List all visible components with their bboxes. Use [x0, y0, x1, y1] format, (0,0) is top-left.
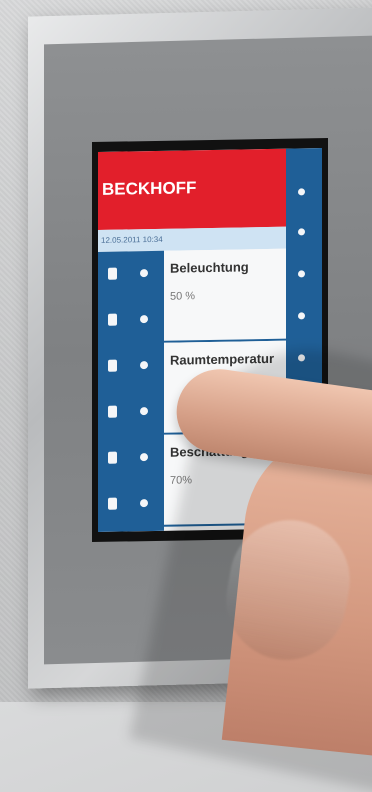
bullet-icon[interactable]: [140, 407, 148, 416]
item-title: Beleuchtung: [170, 259, 249, 276]
icon-row: [98, 297, 164, 344]
temperature-icon[interactable]: [108, 405, 117, 418]
bullet-icon[interactable]: [140, 315, 148, 324]
dot-icon[interactable]: [298, 312, 305, 320]
bullet-icon[interactable]: [140, 361, 148, 370]
icon-row: [98, 251, 164, 298]
bullet-icon[interactable]: [140, 453, 148, 462]
dot-icon[interactable]: [298, 188, 305, 196]
item-value: 50 %: [170, 290, 196, 303]
bullet-icon[interactable]: [140, 499, 148, 508]
shade-icon[interactable]: [108, 451, 117, 464]
header-bar: BECKHOFF: [98, 148, 286, 230]
list-item[interactable]: Beleuchtung 50 %: [164, 248, 286, 343]
left-icon-column: [98, 250, 164, 532]
dot-icon[interactable]: [298, 228, 305, 236]
temperature-icon[interactable]: [108, 359, 117, 372]
bullet-icon[interactable]: [140, 269, 148, 278]
light-icon[interactable]: [108, 267, 117, 280]
light-icon[interactable]: [108, 313, 117, 326]
icon-row: [98, 481, 164, 528]
logo-text: BECKHOFF: [102, 178, 197, 199]
shade-icon[interactable]: [108, 497, 117, 510]
dot-icon[interactable]: [298, 270, 305, 278]
icon-row: [98, 435, 164, 482]
icon-row: [98, 343, 164, 390]
icon-row: [98, 389, 164, 436]
